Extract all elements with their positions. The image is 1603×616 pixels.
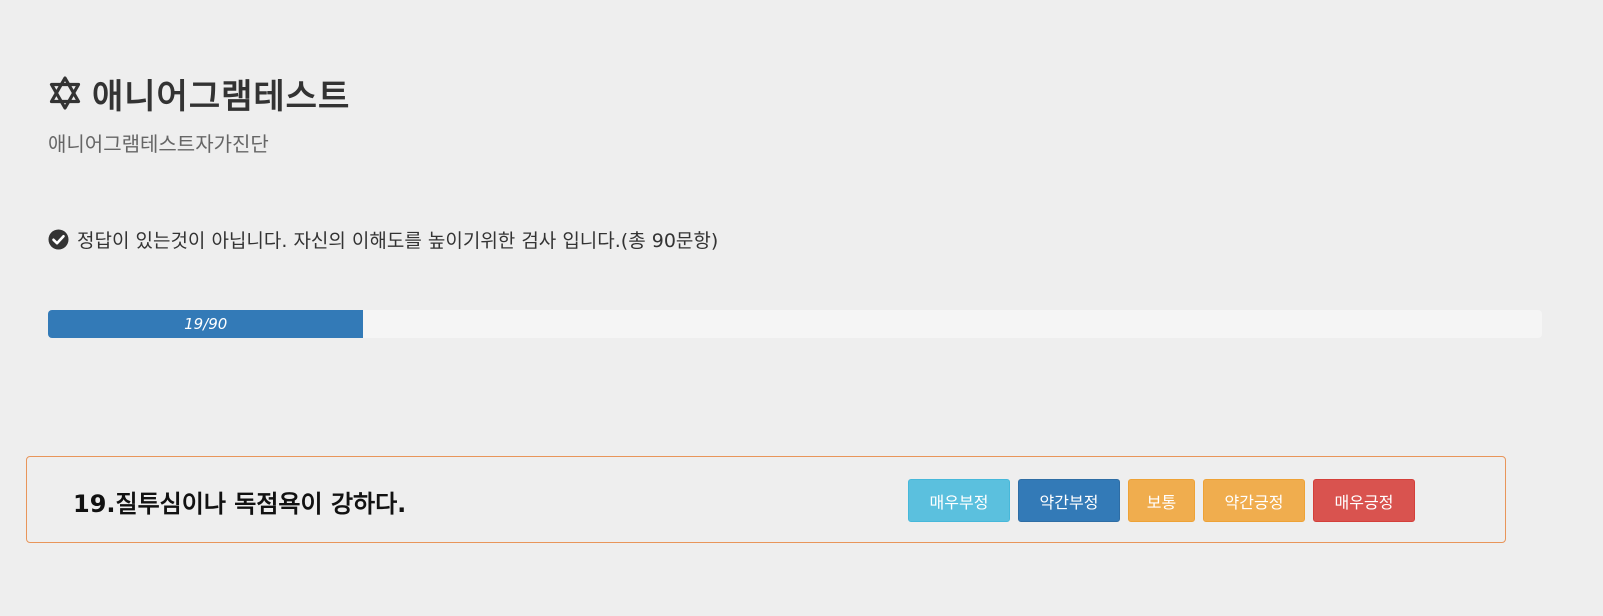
notice: 정답이 있는것이 아닙니다. 자신의 이해도를 높이기위한 검사 입니다.(총 … <box>48 226 718 253</box>
star-of-david-icon <box>48 76 82 110</box>
progress-track: 19/90 <box>48 310 1542 338</box>
check-circle-icon <box>48 229 69 250</box>
progress-bar: 19/90 <box>48 310 364 338</box>
answer-somewhat-agree-button[interactable]: 약간긍정 <box>1203 479 1305 522</box>
title-row: 애니어그램테스트 <box>48 70 351 117</box>
notice-text: 정답이 있는것이 아닙니다. 자신의 이해도를 높이기위한 검사 입니다.(총 … <box>77 230 719 252</box>
header: 애니어그램테스트 애니어그램테스트자가진단 <box>48 70 350 157</box>
question-text: 19.질투심이나 독점욕이 강하다. <box>73 490 407 518</box>
answer-neutral-button[interactable]: 보통 <box>1128 479 1195 522</box>
page-title: 애니어그램테스트 <box>92 76 351 117</box>
page: 애니어그램테스트 애니어그램테스트자가진단 정답이 있는것이 아닙니다. 자신의… <box>0 0 1603 616</box>
question-panel: 19.질투심이나 독점욕이 강하다. 매우부정 약간부정 보통 약간긍정 매우긍… <box>26 456 1506 543</box>
answer-buttons: 매우부정 약간부정 보통 약간긍정 매우긍정 <box>908 479 1415 522</box>
page-subtitle: 애니어그램테스트자가진단 <box>48 132 269 156</box>
answer-strongly-agree-button[interactable]: 매우긍정 <box>1313 479 1415 522</box>
answer-somewhat-disagree-button[interactable]: 약간부정 <box>1018 479 1120 522</box>
answer-strongly-disagree-button[interactable]: 매우부정 <box>908 479 1010 522</box>
progress-label: 19/90 <box>184 315 228 333</box>
